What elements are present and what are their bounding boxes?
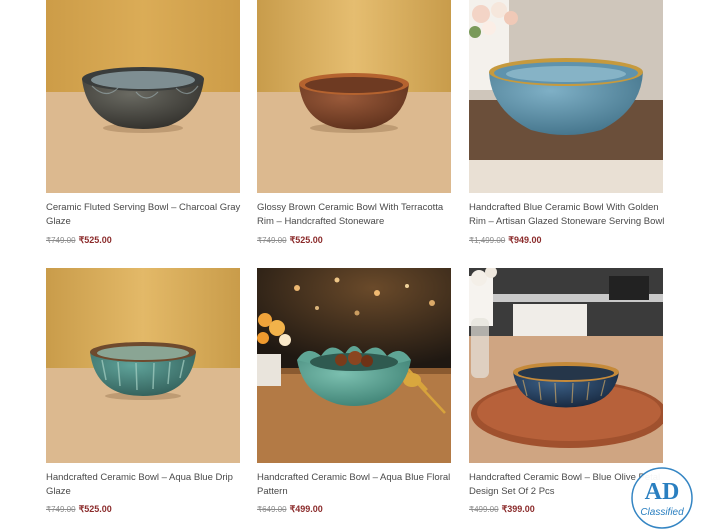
product-title[interactable]: Handcrafted Blue Ceramic Bowl With Golde…: [469, 201, 669, 229]
product-title[interactable]: Handcrafted Ceramic Bowl – Aqua Blue Flo…: [257, 471, 457, 499]
product-card[interactable]: Handcrafted Ceramic Bowl – Aqua Blue Flo…: [257, 268, 451, 514]
product-card[interactable]: Handcrafted Blue Ceramic Bowl With Golde…: [469, 0, 664, 245]
badge-classified-text: Classified: [640, 507, 684, 518]
sale-price: ₹949.00: [508, 235, 542, 245]
product-image[interactable]: [257, 0, 451, 193]
product-title[interactable]: Glossy Brown Ceramic Bowl With Terracott…: [257, 201, 457, 229]
product-price: ₹499.00 ₹399.00: [469, 504, 535, 515]
original-price: ₹499.00: [469, 505, 499, 514]
product-card[interactable]: Glossy Brown Ceramic Bowl With Terracott…: [257, 0, 451, 245]
product-image[interactable]: [46, 268, 240, 463]
sale-price: ₹525.00: [289, 235, 323, 245]
product-card[interactable]: Handcrafted Ceramic Bowl – Aqua Blue Dri…: [46, 268, 240, 514]
product-price: ₹649.00 ₹499.00: [257, 504, 323, 515]
original-price: ₹749.00: [46, 236, 76, 245]
product-card[interactable]: Handcrafted Ceramic Bowl – Blue Olive Pe…: [469, 268, 663, 514]
badge-ad-text: AD: [645, 479, 680, 505]
product-image[interactable]: [46, 0, 240, 193]
product-price: ₹1,499.00 ₹949.00: [469, 235, 542, 246]
original-price: ₹1,499.00: [469, 236, 506, 245]
sale-price: ₹525.00: [78, 235, 112, 245]
sale-price: ₹399.00: [501, 504, 535, 514]
sale-price: ₹525.00: [78, 504, 112, 514]
product-image[interactable]: [469, 0, 663, 193]
product-grid: Ceramic Fluted Serving Bowl – Charcoal G…: [0, 0, 710, 530]
product-title[interactable]: Ceramic Fluted Serving Bowl – Charcoal G…: [46, 201, 246, 229]
product-title[interactable]: Handcrafted Ceramic Bowl – Aqua Blue Dri…: [46, 471, 246, 499]
product-price: ₹749.00 ₹525.00: [46, 235, 112, 246]
original-price: ₹649.00: [257, 505, 287, 514]
sale-price: ₹499.00: [289, 504, 323, 514]
original-price: ₹749.00: [46, 505, 76, 514]
original-price: ₹749.00: [257, 236, 287, 245]
product-price: ₹749.00 ₹525.00: [257, 235, 323, 246]
product-card[interactable]: Ceramic Fluted Serving Bowl – Charcoal G…: [46, 0, 240, 245]
product-price: ₹749.00 ₹525.00: [46, 504, 112, 515]
ad-classified-badge[interactable]: AD Classified: [630, 466, 694, 530]
product-image[interactable]: [257, 268, 451, 463]
product-image[interactable]: [469, 268, 663, 463]
